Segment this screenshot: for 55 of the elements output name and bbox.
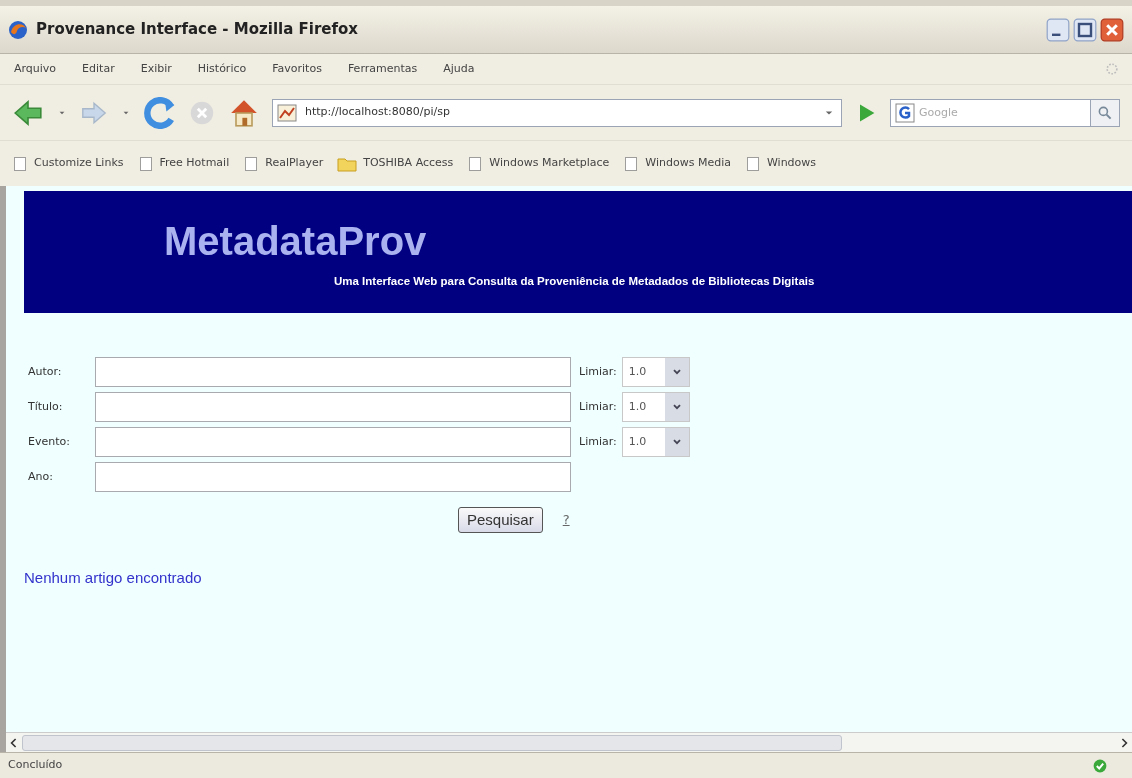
- help-link[interactable]: ?: [562, 510, 570, 530]
- bookmark-link[interactable]: Windows Media: [645, 155, 731, 172]
- menu-item[interactable]: Editar: [80, 60, 117, 78]
- page-icon: [467, 155, 484, 172]
- threshold-select[interactable]: 1.0: [621, 357, 690, 387]
- field-label: Limiar:: [579, 433, 617, 450]
- field-label: Limiar:: [579, 363, 617, 380]
- site-subtitle: Uma Interface Web para Consulta da Proveniência de Metadados de Bibliotecas Digitais: [334, 274, 816, 289]
- url-text: http://localhost:8080/pi/sp: [305, 104, 451, 121]
- browser-logo-icon: [8, 19, 28, 40]
- threshold-select[interactable]: 1.0: [621, 392, 690, 422]
- close-icon[interactable]: [1100, 17, 1124, 42]
- text-input[interactable]: [95, 427, 571, 457]
- field-label: Evento:: [28, 433, 71, 450]
- status-text: Concluído: [8, 757, 64, 774]
- bookmark-link[interactable]: Customize Links: [34, 155, 124, 172]
- page-icon: [744, 155, 761, 172]
- check-icon: [1092, 757, 1108, 774]
- address-bar[interactable]: http://localhost:8080/pi/sp: [272, 98, 842, 127]
- menu-item[interactable]: Exibir: [138, 60, 174, 78]
- bookmark-link[interactable]: Windows: [766, 155, 817, 172]
- field-label: Limiar:: [579, 398, 617, 415]
- scrollbar-thumb[interactable]: [22, 734, 842, 751]
- search-button[interactable]: Pesquisar: [458, 507, 543, 533]
- text-input[interactable]: [95, 392, 571, 422]
- bookmark-link[interactable]: TOSHIBA Access: [363, 155, 454, 172]
- page-icon: [243, 155, 260, 172]
- page-icon: [277, 102, 297, 123]
- page-icon: [12, 155, 28, 172]
- field-label: Título:: [28, 398, 64, 415]
- horizontal-scrollbar[interactable]: [6, 732, 1132, 752]
- bookmark-link[interactable]: RealPlayer: [265, 155, 324, 172]
- menu-item[interactable]: Histórico: [195, 60, 249, 78]
- page-icon: [137, 155, 154, 172]
- minimize-icon[interactable]: [1046, 17, 1070, 42]
- field-label: Ano:: [28, 468, 54, 485]
- menu-item[interactable]: Ajuda: [441, 60, 477, 78]
- result-message: Nenhum artigo encontrado: [24, 568, 203, 588]
- maximize-icon[interactable]: [1073, 17, 1097, 42]
- window-title: Provenance Interface - Mozilla Firefox: [36, 19, 358, 41]
- menu-item[interactable]: Ferramentas: [345, 60, 420, 78]
- menu-item[interactable]: Favoritos: [270, 60, 324, 78]
- field-label: Autor:: [28, 363, 63, 380]
- threshold-select[interactable]: 1.0: [621, 427, 690, 457]
- reload-icon[interactable]: [144, 96, 176, 129]
- menu-item[interactable]: Arquivo: [12, 60, 59, 78]
- bookmark-link[interactable]: Free Hotmail: [159, 155, 230, 172]
- bookmark-link[interactable]: Windows Marketplace: [489, 155, 610, 172]
- search-icon[interactable]: [1097, 104, 1113, 121]
- text-input[interactable]: [95, 462, 571, 492]
- site-title: MetadataProv: [164, 218, 428, 265]
- text-input[interactable]: [95, 357, 571, 387]
- search-field[interactable]: Google: [919, 98, 1090, 127]
- search-engine-icon[interactable]: [895, 102, 915, 123]
- page-icon: [623, 155, 640, 172]
